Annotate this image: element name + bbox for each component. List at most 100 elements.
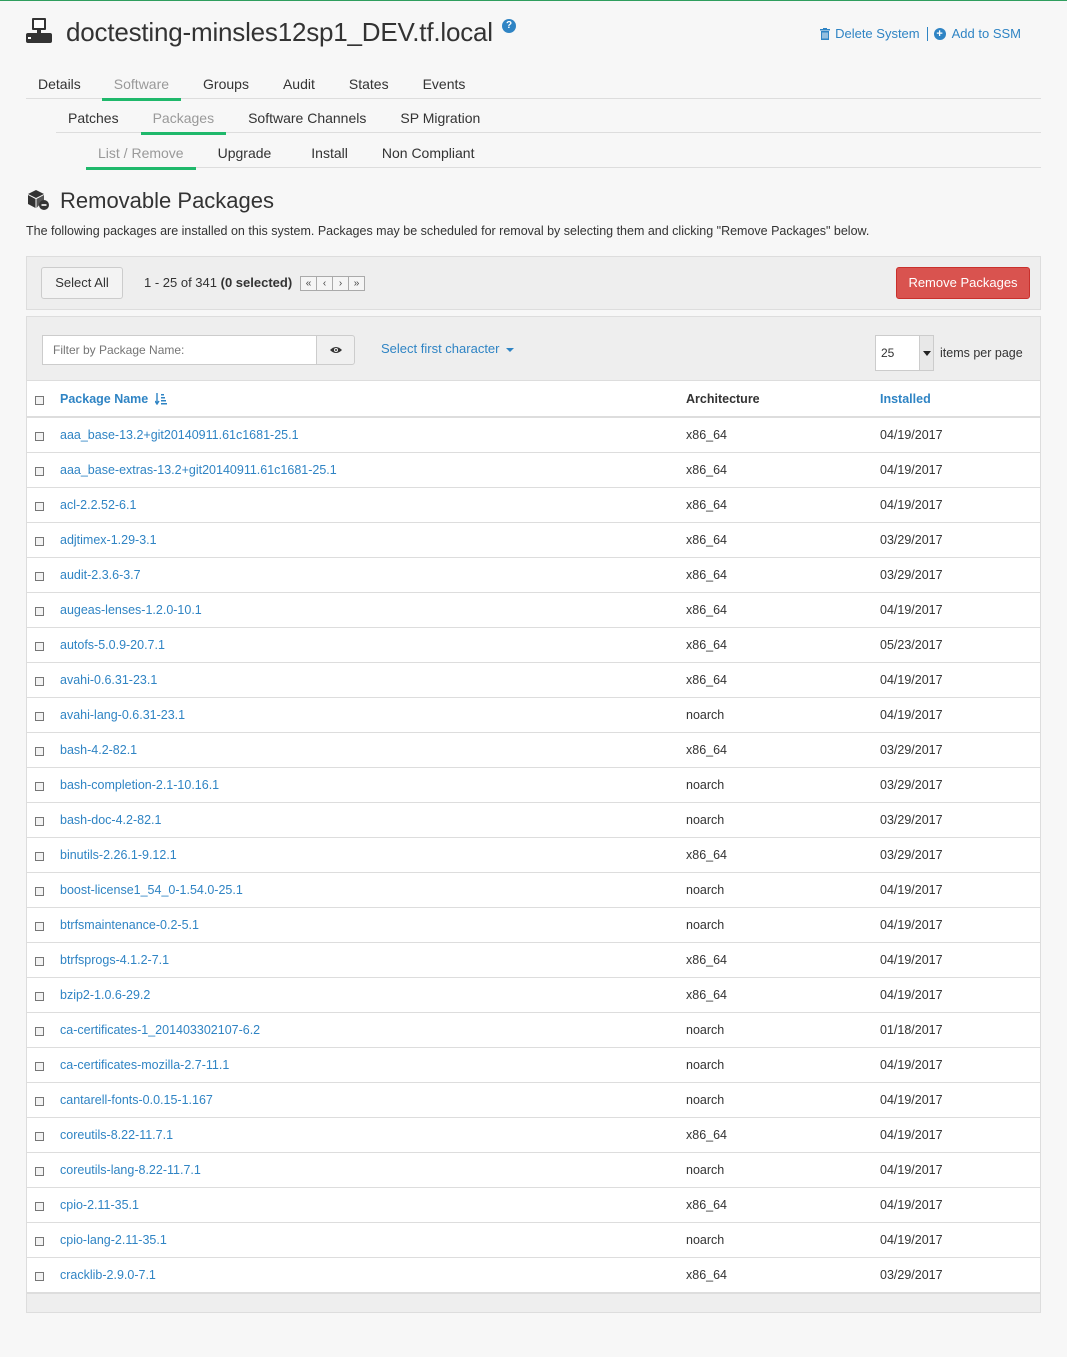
tab-software-channels[interactable]: Software Channels <box>236 105 378 133</box>
first-page-button[interactable]: « <box>300 276 317 291</box>
installed-date-cell: 04/19/2017 <box>880 452 1040 488</box>
filter-button[interactable] <box>316 335 355 365</box>
row-checkbox[interactable] <box>35 501 44 511</box>
page-header: doctesting-minsles12sp1_DEV.tf.local ? D… <box>25 15 1041 55</box>
tab-upgrade[interactable]: Upgrade <box>206 140 284 168</box>
package-link[interactable]: autofs-5.0.9-20.7.1 <box>60 638 165 652</box>
package-link[interactable]: coreutils-lang-8.22-11.7.1 <box>60 1163 201 1177</box>
tab-non-compliant[interactable]: Non Compliant <box>370 140 487 168</box>
row-checkbox[interactable] <box>35 641 44 651</box>
next-page-button[interactable]: › <box>332 276 349 291</box>
package-link[interactable]: cpio-lang-2.11-35.1 <box>60 1233 167 1247</box>
row-checkbox[interactable] <box>35 851 44 861</box>
prev-page-button[interactable]: ‹ <box>316 276 333 291</box>
secondary-tabs: Patches Packages Software Channels SP Mi… <box>56 105 1041 135</box>
tab-states[interactable]: States <box>337 71 401 99</box>
tab-details[interactable]: Details <box>26 71 93 99</box>
row-checkbox[interactable] <box>35 886 44 896</box>
delete-system-link[interactable]: Delete System <box>820 26 920 41</box>
package-link[interactable]: avahi-0.6.31-23.1 <box>60 673 157 687</box>
row-checkbox[interactable] <box>35 466 44 476</box>
row-checkbox[interactable] <box>35 711 44 721</box>
row-checkbox[interactable] <box>35 1271 44 1281</box>
package-filter-input[interactable] <box>42 335 317 365</box>
package-name-cell: bash-completion-2.1-10.16.1 <box>60 767 686 803</box>
row-checkbox[interactable] <box>35 781 44 791</box>
row-checkbox[interactable] <box>35 816 44 826</box>
sort-ascending-icon[interactable] <box>154 392 167 405</box>
package-link[interactable]: cpio-2.11-35.1 <box>60 1198 139 1212</box>
row-checkbox[interactable] <box>35 571 44 581</box>
installed-date-cell: 03/29/2017 <box>880 732 1040 768</box>
row-checkbox[interactable] <box>35 1096 44 1106</box>
package-link[interactable]: btrfsmaintenance-0.2-5.1 <box>60 918 199 932</box>
package-link[interactable]: adjtimex-1.29-3.1 <box>60 533 157 547</box>
row-checkbox[interactable] <box>35 536 44 546</box>
package-link[interactable]: augeas-lenses-1.2.0-10.1 <box>60 603 202 617</box>
tab-list-remove[interactable]: List / Remove <box>86 140 196 170</box>
package-link[interactable]: cantarell-fonts-0.0.15-1.167 <box>60 1093 213 1107</box>
package-link[interactable]: ca-certificates-mozilla-2.7-11.1 <box>60 1058 229 1072</box>
tab-sp-migration[interactable]: SP Migration <box>388 105 492 133</box>
package-link[interactable]: btrfsprogs-4.1.2-7.1 <box>60 953 169 967</box>
add-to-ssm-link[interactable]: + Add to SSM <box>933 26 1021 41</box>
row-checkbox[interactable] <box>35 991 44 1001</box>
row-select-cell <box>27 1047 60 1083</box>
tab-patches[interactable]: Patches <box>56 105 131 133</box>
row-checkbox[interactable] <box>35 431 44 441</box>
row-checkbox[interactable] <box>35 1236 44 1246</box>
header-select-cell <box>27 381 60 418</box>
last-page-button[interactable]: » <box>348 276 365 291</box>
table-row: aaa_base-extras-13.2+git20140911.61c1681… <box>27 452 1040 488</box>
architecture-cell: noarch <box>686 1012 880 1048</box>
tab-packages[interactable]: Packages <box>140 105 227 135</box>
package-link[interactable]: bash-completion-2.1-10.16.1 <box>60 778 219 792</box>
row-checkbox[interactable] <box>35 1131 44 1141</box>
tab-install[interactable]: Install <box>299 140 360 168</box>
package-link[interactable]: bash-doc-4.2-82.1 <box>60 813 161 827</box>
help-icon[interactable]: ? <box>502 19 516 33</box>
items-per-page-select[interactable]: 25 <box>875 335 934 371</box>
package-link[interactable]: avahi-lang-0.6.31-23.1 <box>60 708 185 722</box>
package-link[interactable]: aaa_base-extras-13.2+git20140911.61c1681… <box>60 463 337 477</box>
select-all-button[interactable]: Select All <box>41 267 123 299</box>
architecture-cell: x86_64 <box>686 1117 880 1153</box>
package-link[interactable]: audit-2.3.6-3.7 <box>60 568 141 582</box>
row-checkbox[interactable] <box>35 1026 44 1036</box>
tab-events[interactable]: Events <box>411 71 478 99</box>
select-all-checkbox[interactable] <box>35 395 44 405</box>
row-checkbox[interactable] <box>35 746 44 756</box>
package-link[interactable]: bzip2-1.0.6-29.2 <box>60 988 150 1002</box>
first-character-dropdown[interactable]: Select first character <box>381 341 514 356</box>
row-select-cell <box>27 452 60 488</box>
package-link[interactable]: coreutils-8.22-11.7.1 <box>60 1128 173 1142</box>
installed-date-cell: 04/19/2017 <box>880 1187 1040 1223</box>
row-checkbox[interactable] <box>35 1201 44 1211</box>
row-select-cell <box>27 697 60 733</box>
row-checkbox[interactable] <box>35 1061 44 1071</box>
package-link[interactable]: cracklib-2.9.0-7.1 <box>60 1268 156 1282</box>
remove-packages-button[interactable]: Remove Packages <box>896 267 1030 299</box>
row-checkbox[interactable] <box>35 676 44 686</box>
package-link[interactable]: bash-4.2-82.1 <box>60 743 137 757</box>
table-row: bzip2-1.0.6-29.2 x86_64 04/19/2017 <box>27 977 1040 1013</box>
package-link[interactable]: ca-certificates-1_201403302107-6.2 <box>60 1023 260 1037</box>
row-checkbox[interactable] <box>35 921 44 931</box>
tab-audit[interactable]: Audit <box>271 71 327 99</box>
panel-footer <box>27 1293 1040 1312</box>
row-checkbox[interactable] <box>35 1166 44 1176</box>
package-link[interactable]: aaa_base-13.2+git20140911.61c1681-25.1 <box>60 428 299 442</box>
eye-icon <box>329 347 342 353</box>
table-row: btrfsmaintenance-0.2-5.1 noarch 04/19/2017 <box>27 907 1040 943</box>
sort-package-name-link[interactable]: Package Name <box>60 392 148 406</box>
row-checkbox[interactable] <box>35 606 44 616</box>
header-package-name: Package Name <box>60 381 686 418</box>
package-link[interactable]: boost-license1_54_0-1.54.0-25.1 <box>60 883 243 897</box>
tab-groups[interactable]: Groups <box>191 71 261 99</box>
tab-software[interactable]: Software <box>101 71 182 101</box>
package-link[interactable]: acl-2.2.52-6.1 <box>60 498 136 512</box>
installed-header-link[interactable]: Installed <box>880 392 931 406</box>
row-checkbox[interactable] <box>35 956 44 966</box>
package-name-cell: cpio-lang-2.11-35.1 <box>60 1222 686 1258</box>
package-link[interactable]: binutils-2.26.1-9.12.1 <box>60 848 177 862</box>
